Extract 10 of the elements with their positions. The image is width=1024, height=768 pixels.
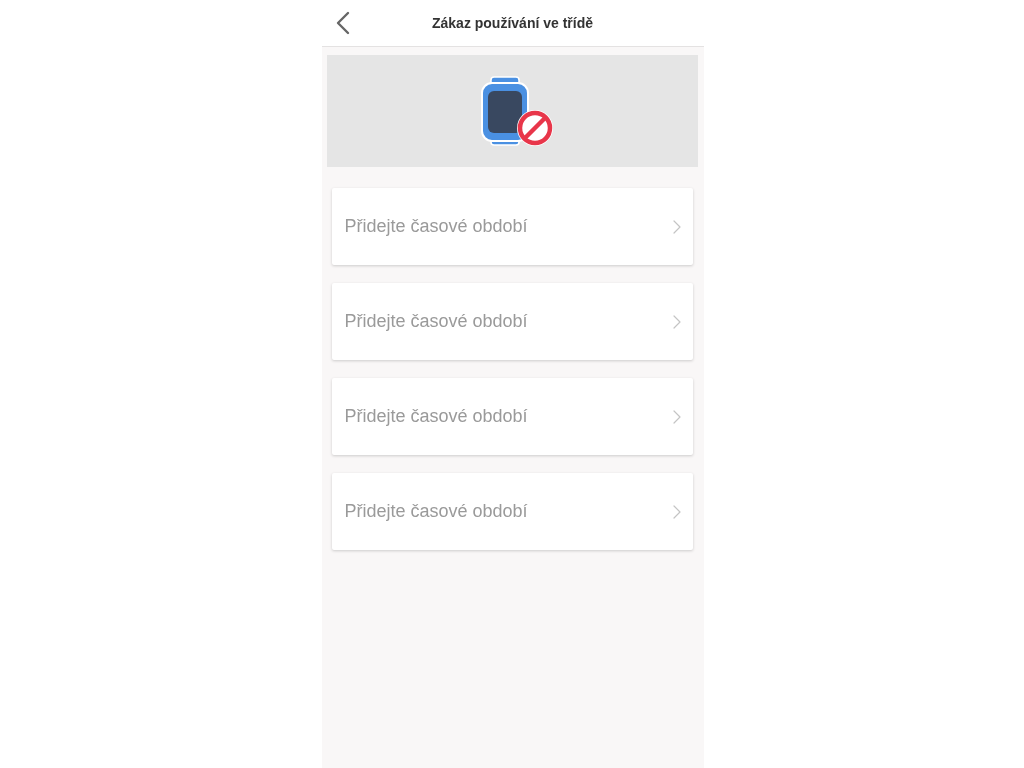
add-time-period-item[interactable]: Přidejte časové období [331,473,693,550]
add-time-period-item[interactable]: Přidejte časové období [331,283,693,360]
page-title: Zákaz používání ve třídě [430,15,595,31]
add-time-period-item[interactable]: Přidejte časové období [331,378,693,455]
chevron-right-icon [672,409,681,424]
add-time-period-item[interactable]: Přidejte časové období [331,188,693,265]
chevron-right-icon [672,219,681,234]
chevron-right-icon [672,314,681,329]
chevron-right-icon [672,504,681,519]
back-icon [335,11,350,35]
